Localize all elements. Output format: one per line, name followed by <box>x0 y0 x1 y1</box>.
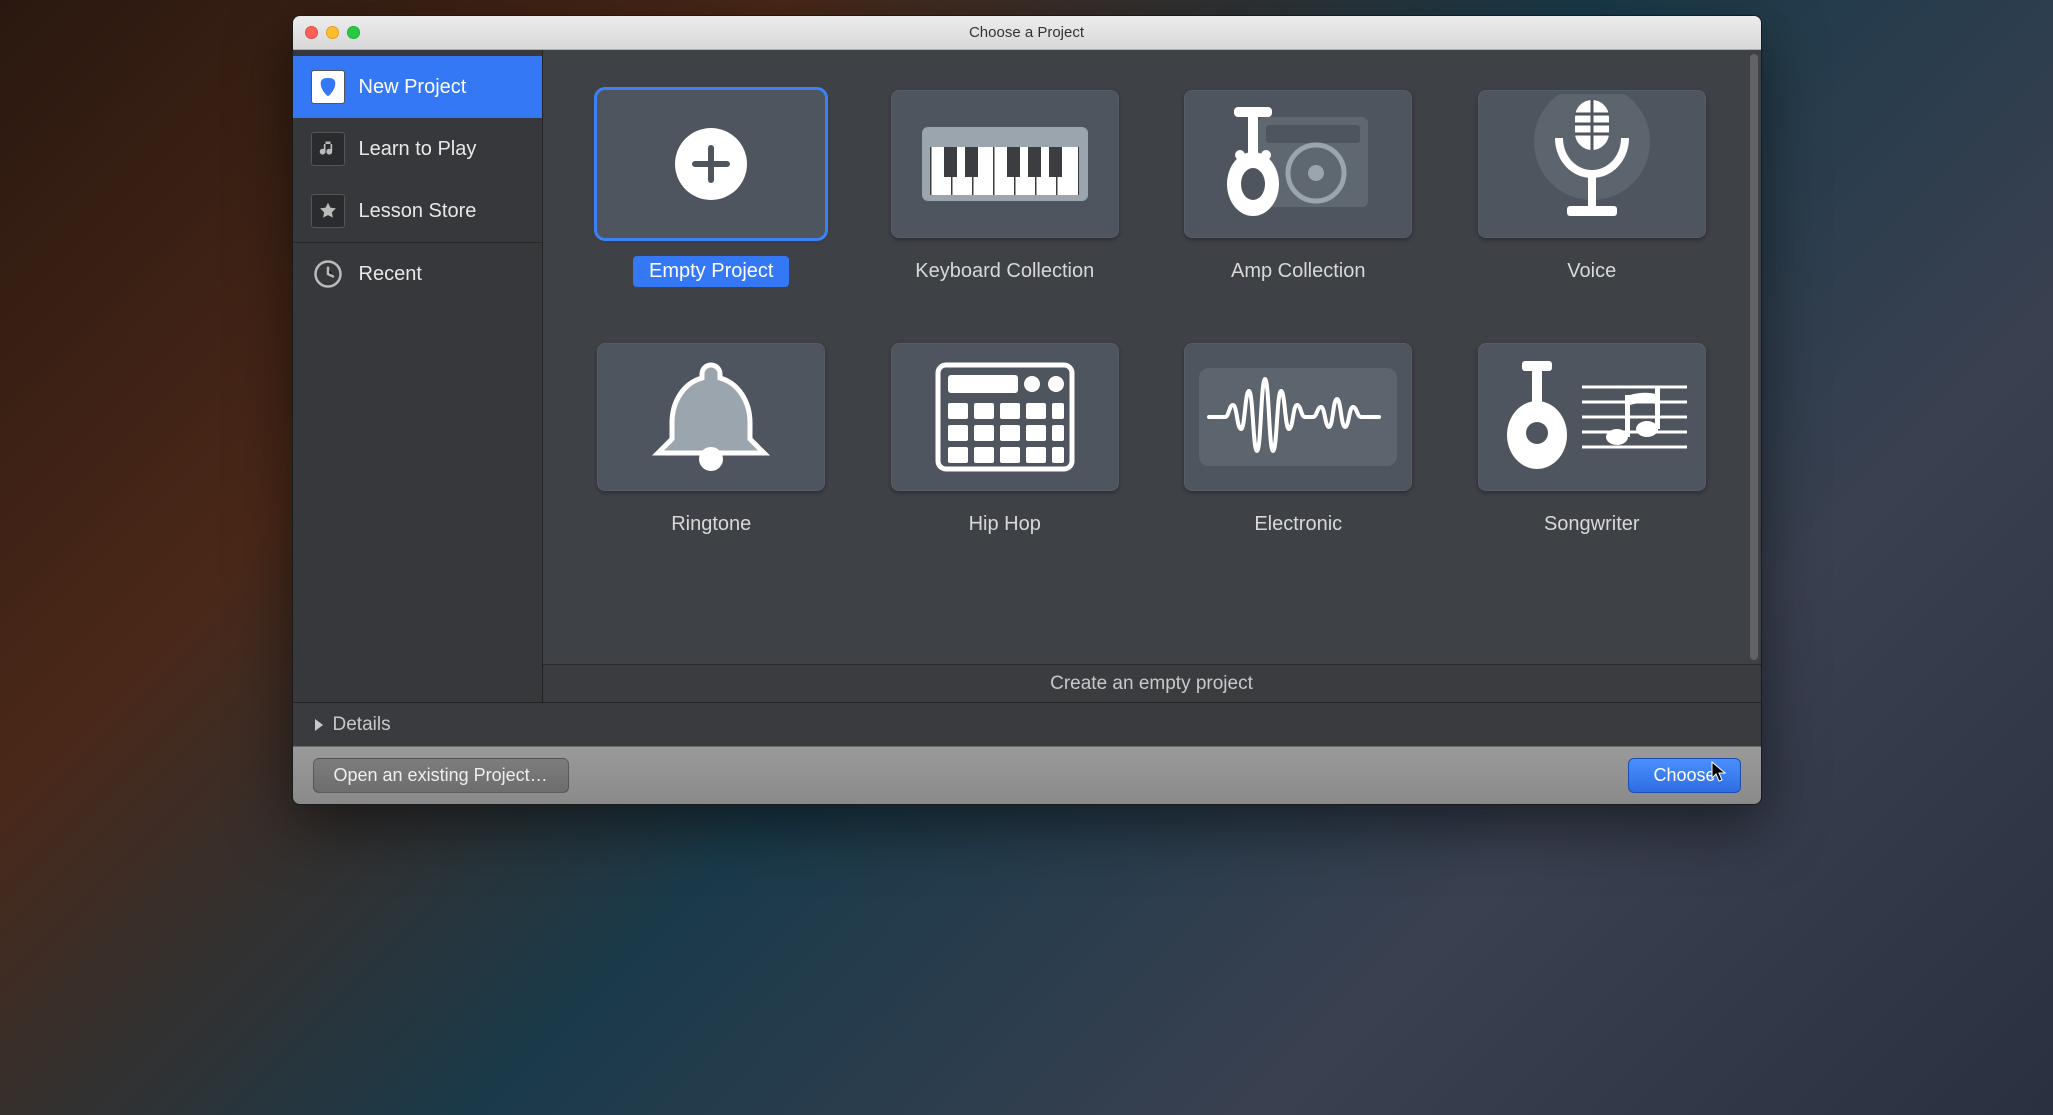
details-toggle[interactable]: Details <box>293 702 1761 746</box>
keyboard-icon <box>920 119 1090 209</box>
bell-icon <box>646 357 776 477</box>
template-label: Songwriter <box>1528 509 1656 540</box>
template-label: Empty Project <box>633 256 789 287</box>
microphone-icon <box>1517 94 1667 234</box>
music-note-icon <box>311 132 345 166</box>
template-label: Ringtone <box>655 509 767 540</box>
window-title: Choose a Project <box>293 24 1761 41</box>
template-voice[interactable]: Voice <box>1478 90 1706 287</box>
minimize-button[interactable] <box>326 26 339 39</box>
star-icon <box>311 194 345 228</box>
close-button[interactable] <box>305 26 318 39</box>
template-description: Create an empty project <box>543 664 1761 702</box>
open-existing-button[interactable]: Open an existing Project… <box>313 758 569 793</box>
template-electronic[interactable]: Electronic <box>1184 343 1412 540</box>
template-tile-box <box>1184 343 1412 491</box>
template-amp-collection[interactable]: Amp Collection <box>1184 90 1412 287</box>
template-label: Voice <box>1551 256 1632 287</box>
sidebar-item-lesson-store[interactable]: Lesson Store <box>293 180 542 242</box>
template-label: Keyboard Collection <box>899 256 1110 287</box>
template-tile-box <box>1478 90 1706 238</box>
template-label: Electronic <box>1238 509 1358 540</box>
sidebar-item-label: Lesson Store <box>359 200 477 223</box>
traffic-lights <box>305 26 360 39</box>
titlebar: Choose a Project <box>293 16 1761 50</box>
drum-machine-icon <box>930 357 1080 477</box>
template-empty-project[interactable]: Empty Project <box>597 90 825 287</box>
details-label: Details <box>333 714 391 736</box>
sidebar-item-learn-to-play[interactable]: Learn to Play <box>293 118 542 180</box>
sidebar-item-label: Learn to Play <box>359 138 477 161</box>
template-tile-box <box>597 343 825 491</box>
project-chooser-window: Choose a Project New Project Learn to Pl… <box>292 15 1762 805</box>
template-tile-box <box>597 90 825 238</box>
template-label: Hip Hop <box>953 509 1057 540</box>
clock-icon <box>311 257 345 291</box>
plus-circle-icon <box>671 124 751 204</box>
sidebar-item-label: Recent <box>359 263 422 286</box>
main-panel: Empty Project <box>543 50 1761 702</box>
sidebar-item-new-project[interactable]: New Project <box>293 56 542 118</box>
template-keyboard-collection[interactable]: Keyboard Collection <box>891 90 1119 287</box>
sidebar-item-label: New Project <box>359 76 467 99</box>
template-hip-hop[interactable]: Hip Hop <box>891 343 1119 540</box>
sidebar: New Project Learn to Play Lesson Store R <box>293 50 543 702</box>
template-label: Amp Collection <box>1215 256 1382 287</box>
template-tile-box <box>1478 343 1706 491</box>
template-tile-box <box>1184 90 1412 238</box>
template-grid-scroll[interactable]: Empty Project <box>543 50 1761 664</box>
footer: Open an existing Project… Choose <box>293 746 1761 804</box>
template-ringtone[interactable]: Ringtone <box>597 343 825 540</box>
window-body: New Project Learn to Play Lesson Store R <box>293 50 1761 702</box>
template-tile-box <box>891 343 1119 491</box>
scrollbar[interactable] <box>1750 54 1758 660</box>
choose-button[interactable]: Choose <box>1628 758 1740 793</box>
template-grid: Empty Project <box>593 90 1711 540</box>
zoom-button[interactable] <box>347 26 360 39</box>
amp-icon <box>1198 99 1398 229</box>
guitar-pick-icon <box>311 70 345 104</box>
template-tile-box <box>891 90 1119 238</box>
chevron-right-icon <box>313 718 325 732</box>
waveform-icon <box>1193 362 1403 472</box>
sidebar-item-recent[interactable]: Recent <box>293 243 542 305</box>
template-songwriter[interactable]: Songwriter <box>1478 343 1706 540</box>
songwriter-icon <box>1492 357 1692 477</box>
